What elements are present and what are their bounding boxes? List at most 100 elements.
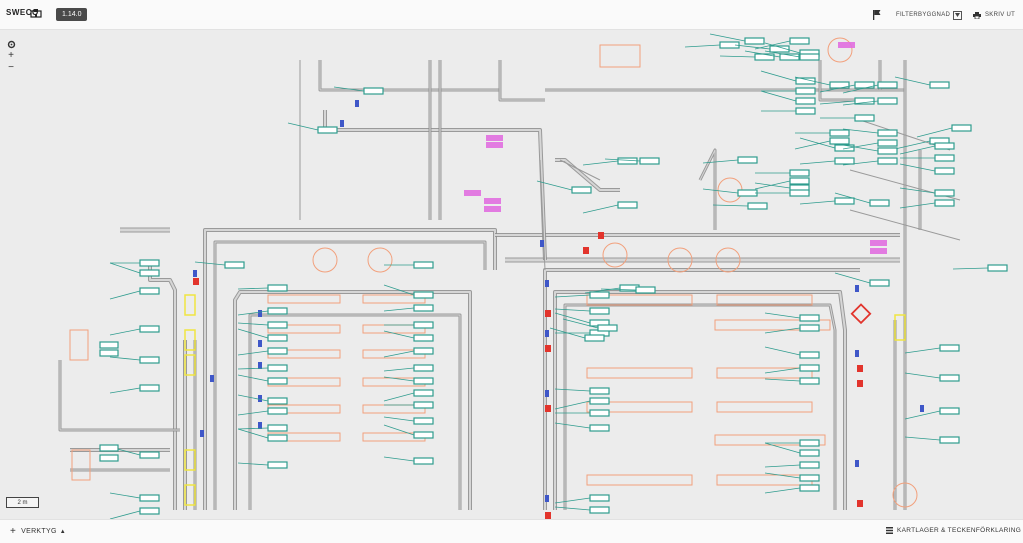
tag-leader (799, 200, 836, 205)
component-tag (267, 284, 288, 292)
component-tag (799, 324, 820, 332)
sensor (855, 285, 859, 292)
tag-leader (237, 328, 269, 339)
component-tag (987, 264, 1008, 272)
tag-leader (194, 261, 226, 266)
component-tag (589, 291, 610, 299)
tag-leader (709, 33, 746, 42)
zoom-in-button[interactable]: + (5, 50, 17, 62)
component-tag (267, 407, 288, 415)
tag-leader (764, 346, 801, 356)
component-tag (789, 37, 810, 45)
component-tag (929, 81, 950, 89)
tag-leader (904, 436, 941, 441)
component-tag (267, 434, 288, 442)
tag-leader (237, 427, 269, 430)
print-label: SKRIV UT (985, 12, 1016, 18)
tag-leader (719, 55, 756, 58)
component-tag (413, 261, 434, 269)
component-tag (799, 377, 820, 385)
room-outline (267, 294, 341, 304)
top-bar: SWECO 1.14.0 FILTERBYGGNAD SKRIV UT (0, 0, 1023, 30)
component-tag (139, 325, 160, 333)
map-controls: + − (5, 38, 17, 74)
duct-pipe-inner (324, 110, 546, 261)
floor-plan-drawing[interactable] (0, 30, 1023, 519)
tag-leader (554, 400, 591, 410)
component-tag (413, 334, 434, 342)
sensor (258, 395, 262, 402)
caret-up-icon: ▲ (59, 528, 66, 535)
tag-leader (383, 350, 415, 358)
component-tag (834, 197, 855, 205)
duct-pipe (318, 60, 500, 92)
duct-pipe-inner (59, 360, 180, 431)
component-tag (413, 417, 434, 425)
component-tag (139, 494, 160, 502)
component-tag (834, 157, 855, 165)
chevron-down-icon[interactable] (953, 10, 963, 20)
tag-leader (764, 367, 801, 374)
tag-leader (764, 378, 801, 382)
component-tag (589, 397, 610, 405)
component-tag (571, 186, 592, 194)
component-tag (789, 177, 810, 185)
component-tag (737, 156, 758, 164)
tag-leader (894, 140, 931, 150)
tag-leader (383, 367, 415, 372)
component-tag (744, 37, 765, 45)
layers-label: KARTLAGER & TECKENFÖRKLARING (897, 527, 1022, 534)
zoom-out-button[interactable]: − (5, 62, 17, 74)
tag-leader (237, 462, 269, 466)
component-tag (799, 364, 820, 372)
room-outline (716, 367, 813, 379)
component-tag (795, 97, 816, 105)
filter-building-select[interactable]: FILTERBYGGNAD (896, 9, 963, 21)
building-icon (30, 9, 42, 18)
tag-leader (237, 394, 269, 402)
gear-icon[interactable] (5, 38, 17, 50)
component-tag (799, 351, 820, 359)
floor-plan-map[interactable] (0, 30, 1023, 519)
sensor (920, 405, 924, 412)
room-outline (69, 329, 89, 361)
flag-icon[interactable] (872, 9, 882, 21)
tag-leader (894, 76, 931, 86)
duct-pipe (213, 240, 487, 510)
tag-leader (109, 262, 141, 274)
component-tag (589, 494, 610, 502)
highlighted-tag (870, 248, 887, 254)
room-outline (716, 401, 813, 413)
sensor (545, 390, 549, 397)
component-tag (589, 424, 610, 432)
fan-unit (827, 37, 853, 63)
tag-leader (799, 160, 836, 165)
tag-leader (582, 204, 619, 214)
component-tag (224, 261, 245, 269)
print-button[interactable]: SKRIV UT (973, 9, 1015, 21)
version-badge: 1.14.0 (56, 8, 88, 21)
component-tag (934, 189, 955, 197)
component-tag (934, 167, 955, 175)
component-tag (413, 347, 434, 355)
component-tag (267, 307, 288, 315)
tag-leader (109, 510, 141, 519)
component-tag (877, 147, 898, 155)
tag-leader (904, 410, 941, 420)
tools-button[interactable]: + VERKTYG ▲ (10, 526, 66, 537)
component-tag (877, 81, 898, 89)
room-outline (586, 367, 693, 379)
layers-legend-button[interactable]: KARTLAGER & TECKENFÖRKLARING (886, 527, 1021, 534)
tag-leader (760, 70, 797, 82)
component-tag (799, 484, 820, 492)
tag-leader (109, 328, 141, 336)
component-tag (413, 364, 434, 372)
component-tag (747, 202, 768, 210)
component-tag (139, 356, 160, 364)
tag-leader (109, 356, 141, 361)
valve (193, 278, 199, 285)
component-tag (869, 279, 890, 287)
tag-leader (904, 372, 941, 379)
component-tag (877, 157, 898, 165)
tag-leader (554, 497, 591, 504)
